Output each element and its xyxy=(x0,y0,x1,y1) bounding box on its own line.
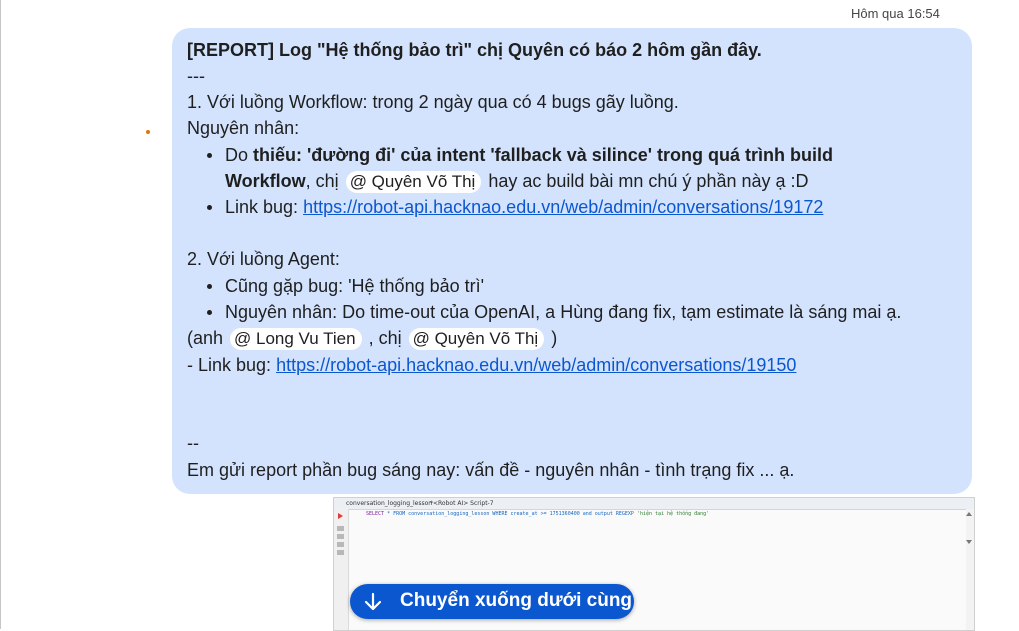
agent-mentions-line: (anh @ Long Vu Tien , chị @ Quyên Võ Thị… xyxy=(187,325,557,351)
agent-line3-prefix: (anh xyxy=(187,328,229,348)
wf-bullet1-line1: Do thiếu: 'đường đi' của intent 'fallbac… xyxy=(225,142,833,168)
toolbar-icon xyxy=(337,534,344,539)
editor-gutter xyxy=(334,509,349,630)
agent-line3-mid: , chị xyxy=(363,328,407,348)
mention-long-name: Long Vu Tien xyxy=(256,329,356,348)
bug-link-19172[interactable]: https://robot-api.hacknao.edu.vn/web/adm… xyxy=(303,197,823,217)
wf-bullet2: Link bug: https://robot-api.hacknao.edu.… xyxy=(225,194,823,220)
sql-string: 'hiện tại hệ thống đang' xyxy=(636,511,710,517)
agent-bullet2: Nguyên nhân: Do time-out của OpenAI, a H… xyxy=(225,302,902,322)
sql-body: * FROM conversation_logging_lesson WHERE… xyxy=(384,511,637,517)
scroll-down-icon xyxy=(966,540,972,544)
mention-quyen-2[interactable]: @ Quyên Võ Thị xyxy=(408,328,545,350)
jump-to-bottom-button[interactable]: Chuyển xuống dưới cùng xyxy=(350,584,634,619)
message-title: [REPORT] Log "Hệ thống bảo trì" chị Quyê… xyxy=(187,40,762,60)
mention-quyen-name: Quyên Võ Thị xyxy=(371,172,476,191)
cause-label: Nguyên nhân: xyxy=(187,118,300,138)
unread-dot-icon xyxy=(146,130,150,134)
wf-bullet1-suffix: hay ac build bài mn chú ý phần này ạ :D xyxy=(483,171,809,191)
wf-bullet1-prefix: Do xyxy=(225,145,254,165)
editor-scrollbar xyxy=(966,509,974,630)
toolbar-icon xyxy=(337,526,344,531)
sql-keyword: SELECT xyxy=(366,511,385,517)
toolbar-icon xyxy=(337,542,344,547)
wf-bullet1-bold2: Workflow xyxy=(225,171,306,191)
message-timestamp: Hôm qua 16:54 xyxy=(851,6,940,21)
mention-long[interactable]: @ Long Vu Tien xyxy=(230,328,362,350)
agent-link-line: - Link bug: https://robot-api.hacknao.ed… xyxy=(187,352,796,378)
agent-bullet1: Cũng gặp bug: 'Hệ thống bảo trì' xyxy=(225,276,485,296)
workflow-heading: 1. Với luồng Workflow: trong 2 ngày qua … xyxy=(187,92,679,112)
run-icon xyxy=(338,513,343,519)
closing-line: Em gửi report phần bug sáng nay: vấn đề … xyxy=(187,460,795,480)
editor-tabs: conversation_logging_lesson *<Robot AI> … xyxy=(334,498,974,510)
bullet-icon xyxy=(207,284,212,289)
scroll-up-icon xyxy=(966,512,972,516)
end-separator: -- xyxy=(187,433,199,453)
sql-query: SELECT * FROM conversation_logging_lesso… xyxy=(366,511,709,517)
agent-heading: 2. Với luồng Agent: xyxy=(187,249,340,269)
separator: --- xyxy=(187,66,205,86)
bullet-icon xyxy=(207,310,212,315)
agent-link-prefix: - Link bug: xyxy=(187,355,277,375)
wf-bullet1-bold1: thiếu: 'đường đi' của intent 'fallback v… xyxy=(253,145,834,165)
editor-tab-2: *<Robot AI> Script-7 xyxy=(430,500,494,507)
wf-bullet1-line2: Workflow, chị @ Quyên Võ Thị hay ac buil… xyxy=(225,168,809,194)
window-left-border xyxy=(0,0,1,629)
bullet-icon xyxy=(207,153,212,158)
arrow-down-icon xyxy=(364,592,382,611)
jump-to-bottom-label: Chuyển xuống dưới cùng xyxy=(400,590,633,611)
agent-line3-suffix: ) xyxy=(546,328,558,348)
mention-quyen-2-name: Quyên Võ Thị xyxy=(434,329,539,348)
wf-bullet1-mid: , chị xyxy=(305,171,344,191)
mention-quyen[interactable]: @ Quyên Võ Thị xyxy=(345,171,482,193)
bullet-icon xyxy=(207,205,212,210)
bug-link-19150[interactable]: https://robot-api.hacknao.edu.vn/web/adm… xyxy=(276,355,796,375)
editor-tab-1: conversation_logging_lesson xyxy=(346,500,433,507)
wf-bullet2-prefix: Link bug: xyxy=(225,197,304,217)
toolbar-icon xyxy=(337,550,344,555)
